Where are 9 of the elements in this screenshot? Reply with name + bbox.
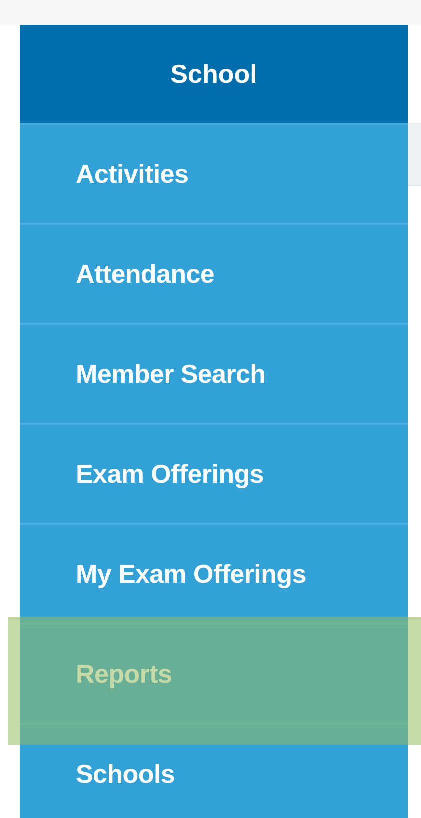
menu-item[interactable]: Member Search <box>20 323 408 423</box>
menu-item[interactable]: My Exam Offerings <box>20 523 408 623</box>
menu-item[interactable]: Activities <box>20 123 408 223</box>
menu-item[interactable]: Exam Offerings <box>20 423 408 523</box>
menu-item[interactable]: Attendance <box>20 223 408 323</box>
menu-item[interactable]: Schools <box>20 723 408 818</box>
background-panel <box>408 123 421 186</box>
menu-header: School <box>20 25 408 123</box>
menu-item[interactable]: Reports <box>20 623 408 723</box>
